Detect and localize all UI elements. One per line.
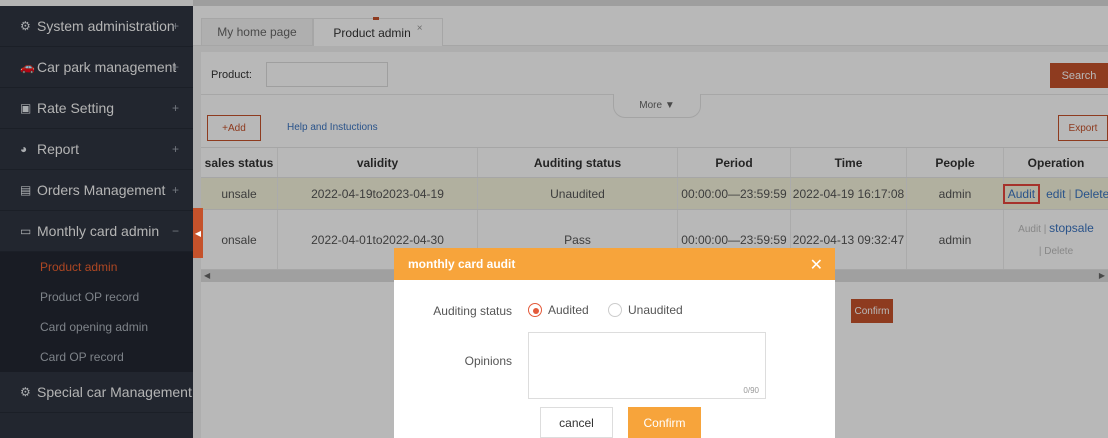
product-input[interactable] [266, 62, 388, 87]
card-icon: ▭ [20, 224, 32, 238]
sidebar-item-label: Orders Management [37, 182, 166, 198]
stopsale-link[interactable]: stopsale [1049, 221, 1094, 235]
close-icon[interactable]: ✕ [810, 255, 823, 275]
export-button[interactable]: Export [1058, 115, 1108, 141]
radio-unchecked-icon [608, 303, 622, 317]
table-row[interactable]: unsale 2022-04-19to2023-04-19 Unaudited … [201, 178, 1108, 210]
search-button[interactable]: Search [1050, 63, 1108, 88]
product-label: Product: [211, 69, 252, 81]
sidebar-item-label: Special car Management [37, 384, 192, 400]
rate-icon: ▣ [20, 101, 32, 115]
expand-icon[interactable]: + [172, 60, 179, 74]
car-icon: 🚗 [20, 60, 35, 74]
header-period: Period [678, 148, 791, 177]
auditing-status-label: Auditing status [433, 304, 512, 318]
cell-people: admin [907, 210, 1004, 269]
cell-people: admin [907, 178, 1004, 209]
sidebar-subitem-card-op-record[interactable]: Card OP record [0, 342, 193, 372]
sidebar-item-system-administration[interactable]: ⚙ System administration + [0, 6, 193, 47]
cell-operation: Audit | stopsale | Delete [1004, 210, 1108, 269]
edit-link[interactable]: edit [1046, 187, 1065, 201]
help-link[interactable]: Help and Instuctions [287, 122, 378, 133]
pie-chart-icon: ◕ [20, 142, 28, 156]
sidebar-subitem-card-opening-admin[interactable]: Card opening admin [0, 312, 193, 342]
header-auditing-status: Auditing status [478, 148, 678, 177]
scroll-right-icon[interactable]: ▶ [1099, 270, 1105, 282]
cell-period: 00:00:00—23:59:59 [678, 178, 791, 209]
collapse-sidebar-handle[interactable]: ◀ [193, 208, 203, 258]
header-time: Time [791, 148, 907, 177]
audit-dialog: monthly card audit ✕ Auditing status Aud… [394, 248, 835, 438]
header-validity: validity [278, 148, 478, 177]
radio-label: Audited [548, 303, 589, 317]
confirm-button[interactable]: Confirm [628, 407, 701, 438]
sidebar-item-car-park-management[interactable]: 🚗 Car park management + [0, 47, 193, 88]
delete-link[interactable]: Delete [1075, 187, 1108, 201]
operation-line: Audit | stopsale [1018, 217, 1094, 241]
opinions-label: Opinions [464, 354, 512, 368]
dialog-header: monthly card audit ✕ [394, 248, 835, 280]
separator: | [1043, 223, 1047, 235]
sidebar-item-label: Rate Setting [37, 100, 115, 116]
radio-audited[interactable]: Audited [528, 303, 589, 317]
separator: | [1068, 186, 1072, 201]
tab-product-admin[interactable]: Product admin × [313, 18, 443, 46]
sidebar-subitem-product-admin[interactable]: Product admin [0, 252, 193, 282]
audit-link-disabled[interactable]: Audit [1018, 224, 1041, 235]
header-sales-status: sales status [201, 148, 278, 177]
cell-operation: Audit edit | Delete [1002, 178, 1108, 209]
sidebar-item-report[interactable]: ◕ Report + [0, 129, 193, 170]
sidebar-item-monthly-card-admin[interactable]: ▭ Monthly card admin − [0, 211, 193, 252]
header-people: People [907, 148, 1004, 177]
more-toggle[interactable]: More ▼ [613, 94, 701, 118]
sidebar-item-special-car-management[interactable]: ⚙ Special car Management [0, 372, 193, 413]
scroll-left-icon[interactable]: ◀ [204, 270, 210, 282]
expand-icon[interactable]: + [172, 183, 179, 197]
tab-label: My home page [217, 25, 297, 39]
sidebar-subitem-product-op-record[interactable]: Product OP record [0, 282, 193, 312]
tab-bar: My home page Product admin × [193, 6, 1108, 46]
sidebar-item-label: System administration [37, 18, 175, 34]
dialog-title: monthly card audit [408, 257, 516, 271]
sidebar-item-label: Car park management [37, 59, 177, 75]
collapse-icon[interactable]: − [172, 224, 179, 238]
tab-label: Product admin [333, 25, 411, 40]
audit-link[interactable]: Audit [1002, 183, 1041, 204]
sidebar-item-orders-management[interactable]: ▤ Orders Management + [0, 170, 193, 211]
tab-home[interactable]: My home page [201, 18, 313, 46]
cancel-button[interactable]: cancel [540, 407, 613, 438]
gear-icon: ⚙ [20, 385, 31, 399]
radio-checked-icon [528, 303, 542, 317]
radio-label: Unaudited [628, 303, 683, 317]
cell-sales-status: onsale [201, 210, 278, 269]
cell-auditing-status: Unaudited [478, 178, 678, 209]
cell-validity: 2022-04-19to2023-04-19 [278, 178, 478, 209]
sidebar-item-rate-setting[interactable]: ▣ Rate Setting + [0, 88, 193, 129]
sidebar-item-label: Monthly card admin [37, 223, 160, 239]
expand-icon[interactable]: + [172, 101, 179, 115]
cell-time: 2022-04-19 16:17:08 [791, 178, 907, 209]
orders-icon: ▤ [20, 183, 32, 197]
char-counter: 0/90 [743, 386, 759, 395]
expand-icon[interactable]: + [172, 19, 179, 33]
sidebar-item-label: Report [37, 141, 80, 157]
header-operation: Operation [1027, 155, 1085, 170]
background-confirm-button[interactable]: Confirm [851, 299, 893, 323]
delete-link-disabled[interactable]: | Delete [1039, 241, 1073, 263]
gear-icon: ⚙ [20, 19, 31, 33]
radio-unaudited[interactable]: Unaudited [608, 303, 683, 317]
table-header: sales status validity Auditing status Pe… [201, 147, 1108, 178]
cell-sales-status: unsale [201, 178, 278, 209]
opinions-textarea[interactable]: 0/90 [528, 332, 766, 399]
active-tab-marker [373, 17, 379, 20]
close-icon[interactable]: × [417, 23, 423, 34]
expand-icon[interactable]: + [172, 142, 179, 156]
sidebar: ⚙ System administration + 🚗 Car park man… [0, 0, 193, 438]
operation-stack: Audit | stopsale | Delete [1018, 217, 1094, 263]
add-button[interactable]: +Add [207, 115, 261, 141]
